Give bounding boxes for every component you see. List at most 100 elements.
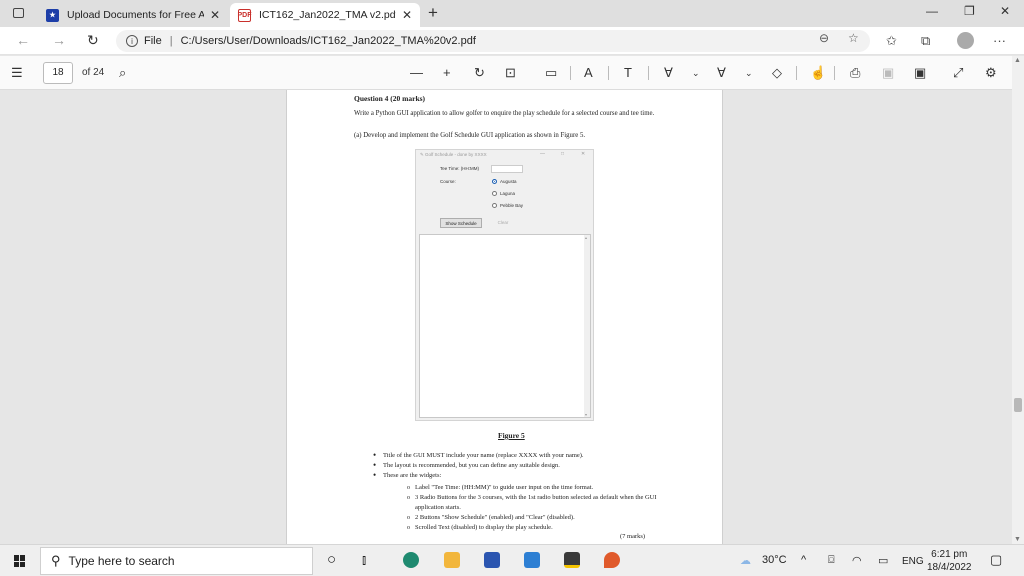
windows-start-icon[interactable] [14,555,26,567]
toolbar-divider [608,66,609,80]
pdf-viewer[interactable]: Question 4 (20 marks) Write a Python GUI… [0,90,1024,544]
list-item: 2 Buttons "Show Schedule" (enabled) and … [407,513,660,523]
toolbar-divider [648,66,649,80]
draw-icon[interactable]: ∀ [664,65,673,81]
battery-icon[interactable]: ▭ [878,554,888,567]
tab-title: Upload Documents for Free Acce [67,9,204,21]
info-icon[interactable]: i [126,35,138,47]
cortana-icon[interactable]: ○ [327,551,336,568]
mail-icon[interactable] [524,552,540,568]
weather-icon: ☁ [740,555,751,567]
figure-course-label: Course: [440,179,456,184]
save-as-icon[interactable]: ▣ [914,65,926,81]
file-explorer-icon[interactable] [444,552,460,568]
tab-pdf[interactable]: PDF ICT162_Jan2022_TMA v2.pdf ✕ [230,3,420,27]
save-icon[interactable]: ▣ [882,65,894,81]
url-scheme: File [144,35,162,47]
forward-icon[interactable]: → [52,32,66,48]
zoom-icon[interactable]: ⊖ [819,31,829,45]
minimize-button[interactable]: — [926,4,938,18]
close-tab-icon[interactable]: ✕ [210,8,220,22]
sticky-notes-icon[interactable] [564,552,580,568]
figure-minimize-icon: — [540,151,545,157]
fit-page-icon[interactable]: ⊡ [505,65,516,81]
language-indicator[interactable]: ENG [902,556,924,567]
close-window-button[interactable]: ✕ [1000,4,1010,18]
search-placeholder: Type here to search [68,554,175,568]
radio-icon [492,203,497,208]
settings-icon[interactable]: ⚙ [985,65,997,81]
taskbar-search-input[interactable]: ⚲ Type here to search [40,547,313,575]
read-aloud-icon[interactable]: A [584,65,593,80]
vertical-scrollbar[interactable]: ▲ ▼ [1012,56,1024,544]
text-icon[interactable]: T [624,65,632,80]
figure-radio-augusta: Augusta [492,179,517,184]
app-icon[interactable] [604,552,620,568]
scroll-down-icon[interactable]: ▼ [1014,536,1021,543]
touch-icon[interactable]: ☝ [810,65,826,81]
clock[interactable]: 6:21 pm 18/4/2022 [927,548,972,574]
scrollbar-thumb[interactable] [1014,398,1022,412]
page-view-icon[interactable]: ▭ [545,65,557,81]
requirements-list: Title of the GUI MUST include your name … [373,451,673,481]
list-item: Label "Tee Time: (HH:MM)" to guide user … [407,483,660,493]
edge-icon[interactable] [403,552,419,568]
clock-time: 6:21 pm [931,549,968,560]
zoom-out-icon[interactable]: — [410,65,423,80]
tab-upload-documents[interactable]: ★ Upload Documents for Free Acce ✕ [38,3,228,27]
list-item: The layout is recommended, but you can d… [373,461,673,471]
figure-maximize-icon: □ [561,151,565,157]
highlight-icon[interactable]: ∀ [717,65,726,81]
more-icon[interactable]: ··· [993,33,1006,48]
toolbar-divider [834,66,835,80]
close-tab-icon[interactable]: ✕ [402,8,412,22]
back-icon[interactable]: ← [16,32,30,48]
collections-icon[interactable]: ⧉ [921,33,930,49]
list-item: 3 Radio Buttons for the 3 courses, with … [407,493,660,513]
list-item: Scrolled Text (disabled) to display the … [407,523,660,533]
figure-caption: Figure 5 [498,431,525,440]
clock-date: 18/4/2022 [927,562,972,573]
store-icon[interactable] [484,552,500,568]
device-icon[interactable]: ⌼ [828,554,835,567]
part-a-text: (a) Develop and implement the Golf Sched… [354,132,586,139]
url-field[interactable]: i File | C:/Users/User/Downloads/ICT162_… [116,30,870,52]
pdf-toolbar: ☰ 18 of 24 ⌕ — + ↻ ⊡ ▭ A T ∀ ⌄ ∀ ⌄ ◇ ☝ ⎙… [0,56,1024,90]
pdf-icon: PDF [238,8,252,22]
add-favorite-icon[interactable]: ☆ [848,31,859,45]
network-icon[interactable]: ◠ [852,554,862,567]
chevron-down-icon[interactable]: ⌄ [745,68,753,79]
new-tab-button[interactable]: + [428,3,438,23]
notification-icon[interactable]: ▢ [990,552,1002,568]
pdf-page: Question 4 (20 marks) Write a Python GUI… [286,90,723,544]
scroll-up-icon[interactable]: ▲ [1014,57,1021,64]
page-number-input[interactable]: 18 [43,62,73,84]
contents-icon[interactable]: ☰ [11,65,23,81]
weather-temp[interactable]: 30°C [762,554,787,566]
figure-radio-pebble-bay: Pebble Bay [492,203,523,208]
refresh-icon[interactable]: ↻ [87,32,99,49]
chevron-down-icon[interactable]: ⌄ [692,68,700,79]
tab-title: ICT162_Jan2022_TMA v2.pdf [259,9,396,21]
task-view-icon[interactable]: ⫾ [362,552,366,568]
widgets-list: Label "Tee Time: (HH:MM)" to guide user … [407,483,660,533]
radio-selected-icon [492,179,497,184]
zoom-in-icon[interactable]: + [443,65,451,80]
rotate-icon[interactable]: ↻ [474,65,485,81]
favorites-icon[interactable]: ✩ [886,33,897,49]
figure-scrolled-text [419,234,591,418]
figure-scrollbar [584,235,590,417]
search-icon[interactable]: ⌕ [119,65,126,81]
star-icon: ★ [46,8,59,22]
figure-radio-laguna: Laguna [492,191,515,196]
page-total: of 24 [82,67,105,78]
print-icon[interactable]: ⎙ [850,65,860,81]
eraser-icon[interactable]: ◇ [772,65,782,81]
restore-button[interactable]: ❐ [964,4,975,18]
chevron-up-icon[interactable]: ^ [801,554,806,566]
fullscreen-icon[interactable]: ⤢ [953,65,963,81]
search-icon: ⚲ [51,553,61,568]
tab-actions-icon[interactable] [13,8,24,18]
avatar[interactable] [957,32,974,49]
figure-tee-entry [491,165,523,173]
